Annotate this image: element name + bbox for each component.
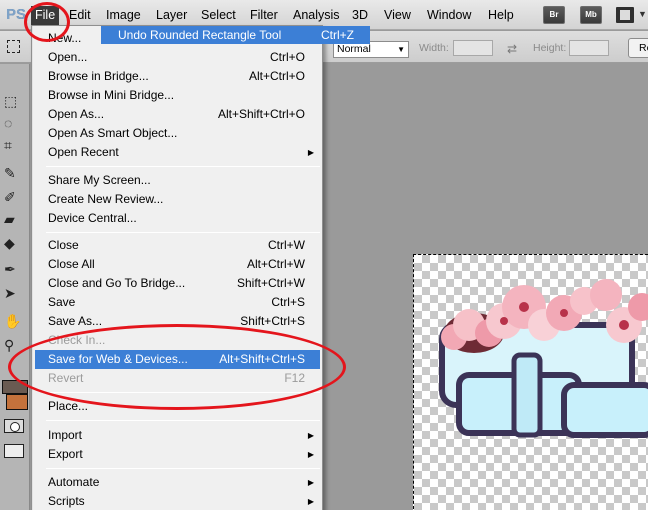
undo-label: Undo Rounded Rectangle Tool	[118, 28, 282, 42]
menu-item-label: Import	[48, 428, 83, 442]
menu-help[interactable]: Help	[488, 7, 514, 24]
annotation-circle-file-menu	[24, 2, 70, 42]
pen-tool-icon[interactable]: ✒	[2, 260, 26, 279]
menu-3d[interactable]: 3D	[352, 7, 368, 24]
menu-item-shortcut: Ctrl+O	[269, 50, 305, 64]
submenu-arrow-icon: ▶	[307, 450, 314, 459]
undo-history-item[interactable]: Undo Rounded Rectangle Tool Ctrl+Z	[101, 26, 370, 44]
menu-item-label: Open As Smart Object...	[48, 126, 178, 140]
menu-analysis[interactable]: Analysis	[293, 7, 340, 24]
height-field[interactable]	[569, 40, 609, 56]
marquee-tool-icon[interactable]: ⬚	[2, 92, 26, 111]
refine-edge-button[interactable]: Re	[628, 38, 648, 58]
menu-item-browse-in-mini-bridge[interactable]: Browse in Mini Bridge...	[35, 86, 320, 105]
style-select-value: Normal	[337, 43, 371, 55]
menu-edit[interactable]: Edit	[69, 7, 91, 24]
menu-item-label: Export	[48, 447, 83, 461]
menu-item-shortcut: Shift+Ctrl+W	[236, 276, 305, 290]
menu-item-open[interactable]: Open... Ctrl+O	[35, 48, 320, 67]
document-canvas[interactable]	[413, 254, 648, 510]
file-menu-dropdown: New... Ctrl+N Open... Ctrl+O Browse in B…	[31, 25, 323, 510]
menu-item-create-new-review[interactable]: Create New Review...	[35, 190, 320, 209]
menu-window[interactable]: Window	[427, 7, 471, 24]
menu-item-open-as-smart-object[interactable]: Open As Smart Object...	[35, 124, 320, 143]
eyedropper-tool-icon[interactable]: ✎	[2, 164, 26, 183]
hand-tool-icon[interactable]: ✋	[2, 312, 26, 331]
menu-item-label: Open As...	[48, 107, 105, 121]
menu-item-shortcut: Alt+Shift+Ctrl+O	[217, 107, 305, 121]
brush-tool-icon[interactable]: ✐	[2, 188, 26, 207]
screen-mode-button[interactable]	[4, 444, 24, 458]
menu-view[interactable]: View	[384, 7, 411, 24]
undo-shortcut: Ctrl+Z	[321, 28, 354, 42]
menu-item-shortcut: Alt+Ctrl+W	[246, 257, 305, 271]
menu-item-label: Browse in Bridge...	[48, 69, 149, 83]
quick-mask-icon[interactable]	[4, 419, 24, 433]
menu-layer[interactable]: Layer	[156, 7, 187, 24]
lasso-tool-icon[interactable]: ◌	[2, 114, 26, 133]
chevron-down-icon[interactable]: ▼	[638, 9, 647, 19]
menu-item-label: Create New Review...	[48, 192, 164, 206]
menu-separator	[46, 420, 320, 421]
menu-item-save[interactable]: Save Ctrl+S	[35, 293, 320, 312]
menu-filter[interactable]: Filter	[250, 7, 278, 24]
menu-item-open-recent[interactable]: Open Recent ▶	[35, 143, 320, 162]
submenu-arrow-icon: ▶	[307, 148, 314, 157]
submenu-arrow-icon: ▶	[307, 431, 314, 440]
menu-item-label: Save As...	[48, 314, 103, 328]
menu-item-open-as[interactable]: Open As... Alt+Shift+Ctrl+O	[35, 105, 320, 124]
annotation-ellipse-save-for-web	[8, 324, 346, 410]
menu-item-close-all[interactable]: Close All Alt+Ctrl+W	[35, 255, 320, 274]
menu-item-automate[interactable]: Automate ▶	[35, 473, 320, 492]
menu-item-close-and-go-to-bridge[interactable]: Close and Go To Bridge... Shift+Ctrl+W	[35, 274, 320, 293]
menu-select[interactable]: Select	[201, 7, 236, 24]
menu-item-label: Browse in Mini Bridge...	[48, 88, 175, 102]
menu-item-label: Close and Go To Bridge...	[48, 276, 186, 290]
screen-mode-icon[interactable]	[616, 7, 634, 23]
swap-icon[interactable]: ⇄	[507, 42, 517, 56]
menu-item-label: Save	[48, 295, 76, 309]
menu-separator	[46, 468, 320, 469]
menu-separator	[46, 232, 320, 233]
menu-item-shortcut: Alt+Ctrl+O	[248, 69, 305, 83]
menu-item-scripts[interactable]: Scripts ▶	[35, 492, 320, 510]
menu-item-shortcut: Ctrl+W	[268, 238, 305, 252]
path-selection-tool-icon[interactable]: ➤	[2, 284, 26, 303]
menu-item-label: Open...	[48, 50, 88, 64]
menu-image[interactable]: Image	[106, 7, 141, 24]
menu-item-browse-in-bridge[interactable]: Browse in Bridge... Alt+Ctrl+O	[35, 67, 320, 86]
menu-gutter	[32, 26, 33, 510]
blur-tool-icon[interactable]: ◆	[2, 234, 26, 253]
bridge-button[interactable]: Br	[543, 6, 565, 24]
menu-item-shortcut: Ctrl+S	[271, 295, 305, 309]
menu-item-export[interactable]: Export ▶	[35, 445, 320, 464]
menu-item-label: Share My Screen...	[48, 173, 151, 187]
menu-item-label: Close	[48, 238, 79, 252]
menu-item-close[interactable]: Close Ctrl+W	[35, 236, 320, 255]
background-color-swatch[interactable]	[6, 394, 28, 410]
width-label: Width:	[419, 42, 449, 54]
width-field[interactable]	[453, 40, 493, 56]
submenu-arrow-icon: ▶	[307, 497, 314, 506]
submenu-arrow-icon: ▶	[307, 478, 314, 487]
rectangular-marquee-icon[interactable]	[7, 40, 20, 53]
mini-bridge-button[interactable]: Mb	[580, 6, 602, 24]
crop-tool-icon[interactable]: ⌗	[2, 136, 26, 155]
menu-item-label: Scripts	[48, 494, 85, 508]
menu-separator	[46, 166, 320, 167]
chevron-down-icon: ▼	[397, 45, 405, 54]
menu-item-device-central[interactable]: Device Central...	[35, 209, 320, 228]
menu-item-share-my-screen[interactable]: Share My Screen...	[35, 171, 320, 190]
height-label: Height:	[533, 42, 567, 54]
menu-item-label: Open Recent	[48, 145, 119, 159]
artwork-image	[439, 279, 648, 438]
menu-item-label: Automate	[48, 475, 100, 489]
menu-item-label: Close All	[48, 257, 95, 271]
tools-panel: ⬚ ◌ ⌗ ✎ ✐ ▰ ◆ ✒ ➤ ✋ ⚲	[0, 64, 30, 510]
menu-item-import[interactable]: Import ▶	[35, 426, 320, 445]
menu-item-label: Device Central...	[48, 211, 137, 225]
eraser-tool-icon[interactable]: ▰	[2, 210, 26, 229]
